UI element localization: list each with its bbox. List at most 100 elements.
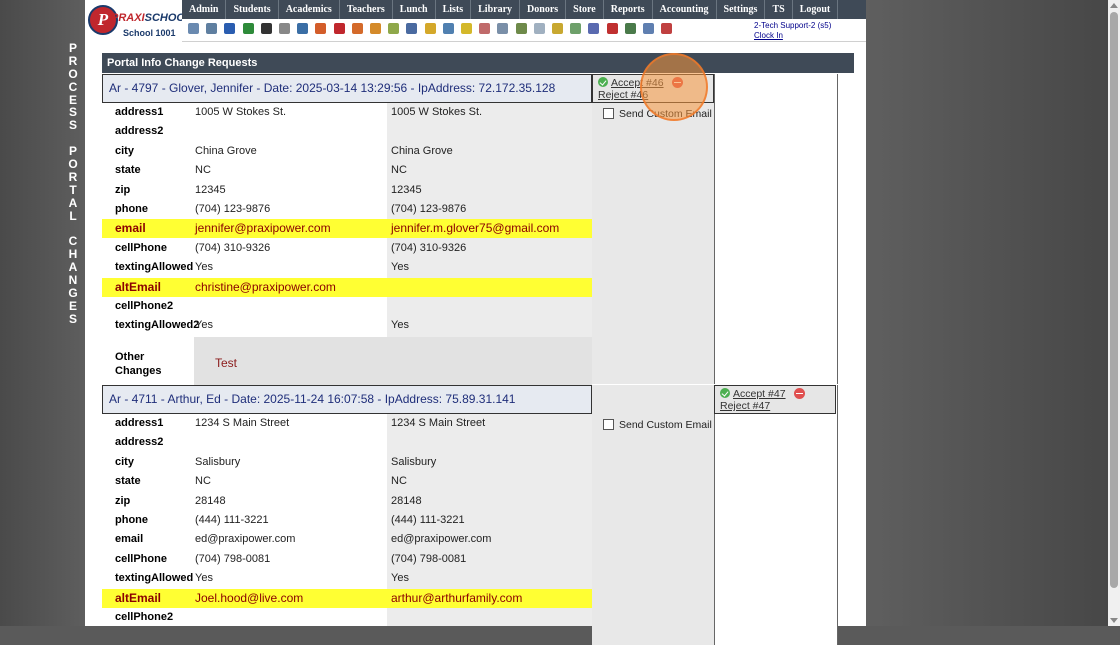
old-value: Joel.hood@live.com <box>195 590 304 605</box>
table-icon[interactable] <box>533 23 545 34</box>
vertical-title-letter: O <box>68 66 78 81</box>
menu-item-reports[interactable]: Reports <box>604 0 653 19</box>
pdf-icon[interactable] <box>606 23 618 34</box>
menu-item-ts[interactable]: TS <box>765 0 793 19</box>
menu-item-store[interactable]: Store <box>566 0 604 19</box>
printer-icon[interactable] <box>624 23 636 34</box>
menu-item-academics[interactable]: Academics <box>279 0 340 19</box>
request-header: Ar - 4711 - Arthur, Ed - Date: 2025-11-2… <box>102 385 592 414</box>
person-orange-icon[interactable] <box>370 23 381 34</box>
clock-in-link[interactable]: Clock In <box>754 31 831 41</box>
field-name: zip <box>115 183 131 196</box>
arrow-icon[interactable] <box>242 23 254 34</box>
old-value: (704) 123-9876 <box>195 203 271 215</box>
old-value: 1234 S Main Street <box>195 417 290 429</box>
table-row: cellPhone (704) 798-0081 (704) 798-0081 <box>102 550 592 569</box>
send-custom-email-checkbox[interactable] <box>603 418 614 430</box>
table-row: textingAllowed2 Yes Yes <box>102 316 592 335</box>
new-value: Yes <box>391 261 409 274</box>
field-name: state <box>115 164 141 177</box>
request-side-column <box>714 74 838 384</box>
other-changes-value: Test <box>215 355 238 370</box>
accept-check-icon[interactable] <box>720 388 730 399</box>
new-value: 1234 S Main Street <box>391 417 486 429</box>
menu-item-teachers[interactable]: Teachers <box>340 0 393 19</box>
menu-item-settings[interactable]: Settings <box>717 0 766 19</box>
table-row: zip 12345 12345 <box>102 181 592 200</box>
table-row: email ed@praxipower.com ed@praxipower.com <box>102 530 592 549</box>
vertical-title-letter: P <box>68 41 77 55</box>
ruler-icon[interactable] <box>552 23 563 34</box>
power-icon[interactable] <box>661 23 673 34</box>
send-custom-email-label: Send Custom Email <box>619 419 712 431</box>
megaphone-icon[interactable] <box>333 23 345 34</box>
scrollbar-thumb[interactable] <box>1110 12 1118 588</box>
field-name: cellPhone <box>115 241 167 254</box>
menu-item-accounting[interactable]: Accounting <box>653 0 717 19</box>
new-value: (704) 310-9326 <box>391 241 467 254</box>
menu-item-lists[interactable]: Lists <box>436 0 472 19</box>
praxischool-logo[interactable]: P PRAXISCHOOL® School 1001 <box>85 0 196 41</box>
money-icon[interactable] <box>570 23 582 34</box>
field-name: phone <box>115 514 148 526</box>
speaker-icon[interactable] <box>279 23 290 34</box>
phone-icon[interactable] <box>260 23 272 34</box>
field-name: address1 <box>115 106 164 118</box>
table-row: address1 1005 W Stokes St. 1005 W Stokes S… <box>102 103 592 122</box>
accept-check-icon[interactable] <box>598 77 608 88</box>
clock-icon[interactable] <box>515 23 527 34</box>
person-red-icon[interactable] <box>351 23 363 34</box>
card-icon[interactable] <box>424 23 436 34</box>
form-icon[interactable] <box>315 23 327 34</box>
grid-icon[interactable] <box>206 23 218 34</box>
field-name: cellPhone2 <box>115 300 174 312</box>
section-title: Portal Info Change Requests <box>102 53 854 73</box>
vertical-title-letter: S <box>68 118 77 133</box>
ticket-icon[interactable] <box>388 23 400 34</box>
field-name: cellPhone2 <box>115 611 174 623</box>
menu-item-admin[interactable]: Admin <box>182 0 227 19</box>
vertical-scrollbar[interactable] <box>1108 0 1120 626</box>
hand-icon[interactable] <box>479 23 491 34</box>
new-value: Yes <box>391 319 409 332</box>
process-portal-changes-vertical-title: PROCESSPORTALCHANGES <box>66 42 80 326</box>
user-group-icon[interactable] <box>497 23 509 34</box>
menu-item-lunch[interactable]: Lunch <box>393 0 436 19</box>
people-icon[interactable] <box>406 23 418 34</box>
field-name: city <box>115 144 134 157</box>
email-icon[interactable] <box>224 23 236 34</box>
scroll-down-arrow-icon[interactable] <box>1110 618 1118 623</box>
reject-link[interactable]: Reject #47 <box>720 400 835 412</box>
new-value: Salisbury <box>391 455 437 468</box>
help-icon[interactable] <box>643 23 654 34</box>
accept-link[interactable]: Accept #47 <box>733 388 786 400</box>
calendar-icon[interactable] <box>297 23 309 34</box>
new-value: Yes <box>391 572 409 585</box>
click-indicator <box>640 53 708 121</box>
menu-item-students[interactable]: Students <box>226 0 279 19</box>
field-name: textingAllowed <box>115 261 194 274</box>
vertical-title-letter: O <box>68 157 78 172</box>
old-value: Yes <box>195 572 213 585</box>
menu-item-logout[interactable]: Logout <box>793 0 839 19</box>
send-custom-email-checkbox[interactable] <box>603 107 614 119</box>
field-name: address2 <box>115 125 164 138</box>
broom-icon[interactable] <box>461 23 472 34</box>
send-custom-email-option[interactable]: Send Custom Email <box>603 418 712 431</box>
vertical-title-letter: S <box>68 311 77 326</box>
menu-item-donors[interactable]: Donors <box>520 0 567 19</box>
menu-item-library[interactable]: Library <box>471 0 521 19</box>
vertical-title-letter: E <box>68 298 77 313</box>
search-icon[interactable] <box>188 23 199 34</box>
request-header: Ar - 4797 - Glover, Jennifer - Date: 202… <box>102 74 592 103</box>
top-menu-bar: Admin Students Academics Teachers Lunch Lists… <box>182 0 866 19</box>
book-icon[interactable] <box>442 23 454 34</box>
ap-icon[interactable] <box>588 23 600 34</box>
vertical-title-letter: N <box>68 273 78 288</box>
reject-minus-icon[interactable] <box>793 387 805 399</box>
field-name: phone <box>115 203 148 215</box>
table-row: address2 <box>102 122 592 141</box>
table-row: city China Grove China Grove <box>102 142 592 161</box>
scroll-up-arrow-icon[interactable] <box>1110 3 1118 8</box>
old-value: christine@praxipower.com <box>195 279 336 294</box>
